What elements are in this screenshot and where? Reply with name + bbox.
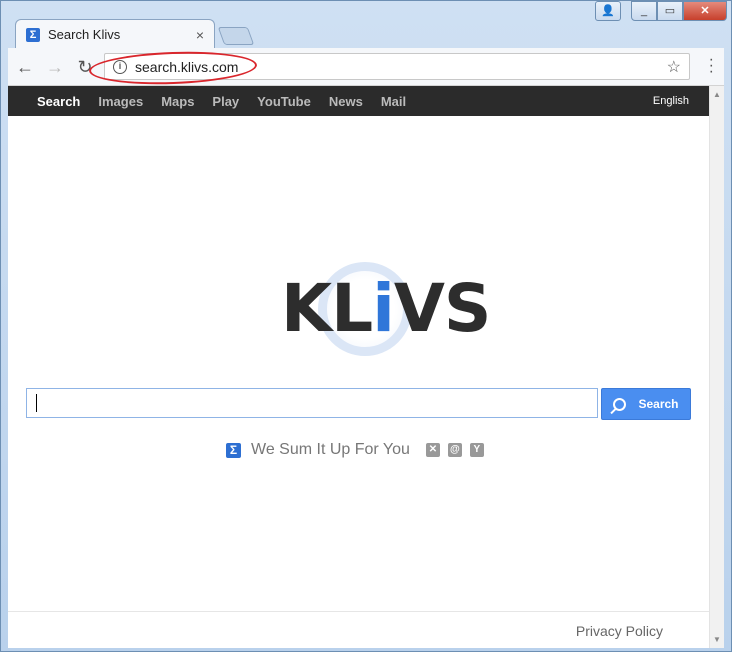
- yahoo-icon[interactable]: Y: [469, 443, 484, 457]
- bookmark-star-icon[interactable]: ☆: [667, 57, 681, 77]
- text-caret: [36, 394, 37, 412]
- web-page: Search Images Maps Play YouTube News Mai…: [8, 86, 709, 648]
- minimize-icon[interactable]: _: [631, 1, 657, 21]
- nav-images[interactable]: Images: [98, 94, 143, 109]
- window-controls: 👤 _ ▭ ✕: [595, 1, 727, 21]
- back-arrow-icon[interactable]: ←: [12, 54, 38, 80]
- title-bar: Σ Search Klivs × 👤 _ ▭ ✕: [1, 1, 731, 49]
- scroll-up-icon[interactable]: ▲: [713, 90, 721, 99]
- tab-title: Search Klivs: [48, 27, 121, 42]
- forward-arrow-icon[interactable]: →: [42, 54, 68, 80]
- new-tab-button[interactable]: [217, 27, 255, 45]
- tab-close-icon[interactable]: ×: [196, 27, 204, 43]
- nav-maps[interactable]: Maps: [161, 94, 194, 109]
- tagline: Σ We Sum It Up For You ✕ @ Y: [226, 441, 492, 459]
- vertical-scrollbar[interactable]: ▲ ▼: [709, 86, 724, 648]
- logo-text: KLiVS: [281, 270, 491, 347]
- xing-icon[interactable]: ✕: [425, 443, 440, 457]
- nav-mail[interactable]: Mail: [381, 94, 406, 109]
- klivs-logo: KLiVS: [276, 258, 491, 358]
- nav-search[interactable]: Search: [37, 94, 80, 109]
- tagline-text: We Sum It Up For You: [251, 441, 410, 458]
- footer: Privacy Policy: [8, 611, 709, 648]
- search-button-label: Search: [638, 397, 679, 411]
- browser-tab[interactable]: Σ Search Klivs ×: [15, 19, 215, 49]
- search-row: Search: [26, 388, 692, 420]
- magnifier-icon: [613, 397, 627, 411]
- browser-window: Σ Search Klivs × 👤 _ ▭ ✕ ← → ↻ i search.…: [0, 0, 732, 652]
- user-profile-icon[interactable]: 👤: [595, 1, 621, 21]
- nav-news[interactable]: News: [329, 94, 363, 109]
- search-input[interactable]: [26, 388, 598, 418]
- maximize-icon[interactable]: ▭: [657, 1, 683, 21]
- swirl-icon[interactable]: @: [447, 443, 462, 457]
- search-button[interactable]: Search: [601, 388, 691, 420]
- sigma-favicon-icon: Σ: [26, 27, 40, 42]
- close-window-icon[interactable]: ✕: [683, 1, 727, 21]
- nav-play[interactable]: Play: [212, 94, 239, 109]
- sigma-logo-icon: Σ: [226, 442, 241, 458]
- nav-youtube[interactable]: YouTube: [257, 94, 311, 109]
- menu-dots-icon[interactable]: · · ·: [709, 52, 714, 80]
- language-selector[interactable]: English: [653, 95, 689, 107]
- top-navigation: Search Images Maps Play YouTube News Mai…: [8, 86, 709, 116]
- privacy-policy-link[interactable]: Privacy Policy: [576, 623, 663, 639]
- scroll-down-icon[interactable]: ▼: [713, 635, 721, 644]
